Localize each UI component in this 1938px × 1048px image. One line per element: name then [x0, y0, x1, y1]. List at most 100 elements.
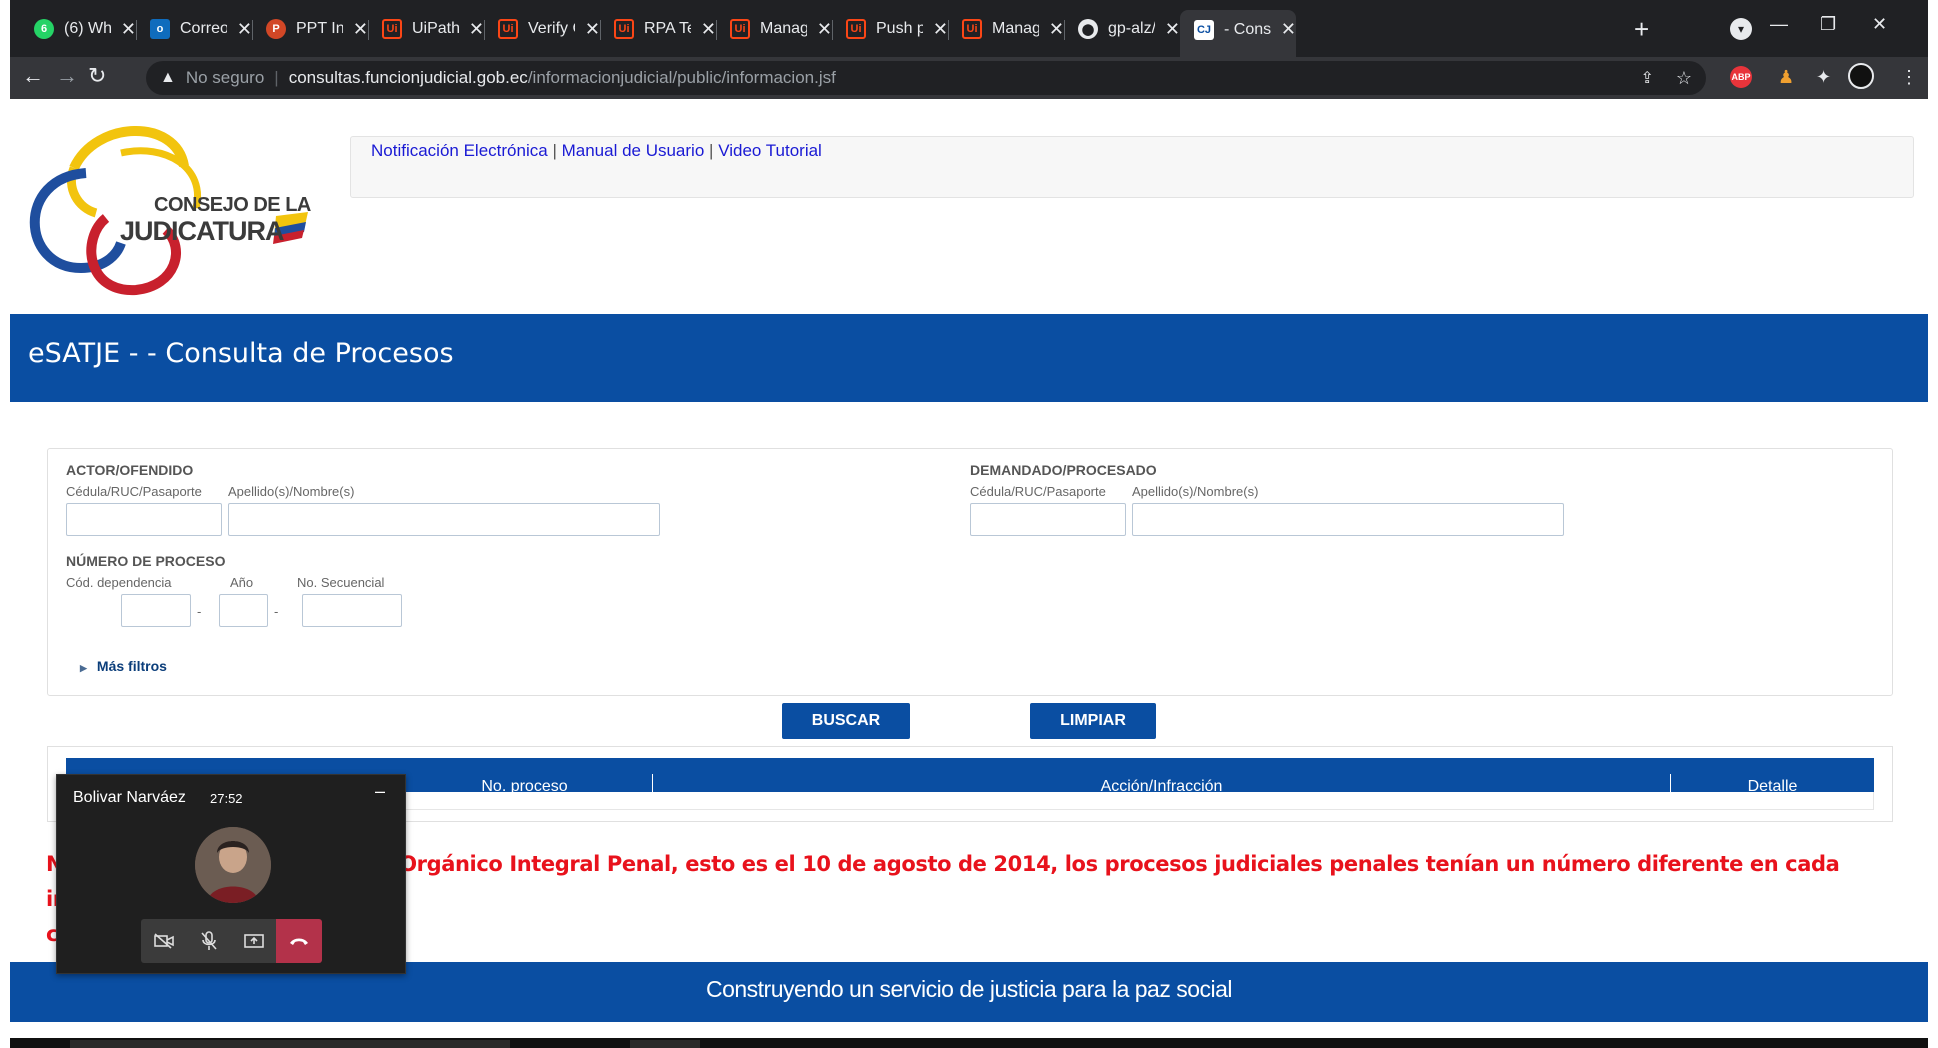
address-bar[interactable]: ▲ No seguro | consultas.funcionjudicial.… [146, 61, 1706, 95]
clear-button[interactable]: LIMPIAR [1030, 703, 1156, 739]
actor-name-label: Apellido(s)/Nombre(s) [228, 484, 355, 499]
page-title: eSATJE - - Consulta de Procesos [28, 338, 454, 369]
tab-title: Push pro... [876, 20, 923, 37]
browser-tab[interactable]: Ui RPA Testi... ✕ [600, 12, 716, 46]
link-separator: | [552, 141, 557, 160]
browser-tab[interactable]: Ui Managing... ✕ [948, 12, 1064, 46]
mic-off-icon[interactable] [186, 919, 231, 963]
tab-close-icon[interactable]: ✕ [585, 19, 600, 40]
minimize-icon[interactable]: – [375, 781, 385, 802]
tab-title: Verify Co... [528, 20, 575, 37]
tab-close-icon[interactable]: ✕ [1281, 19, 1296, 40]
demandado-id-label: Cédula/RUC/Pasaporte [970, 484, 1106, 499]
demandado-name-input[interactable] [1132, 503, 1564, 536]
demandado-name-label: Apellido(s)/Nombre(s) [1132, 484, 1259, 499]
tab-close-icon[interactable]: ✕ [121, 19, 136, 40]
secuencial-label: No. Secuencial [297, 575, 385, 590]
year-input[interactable] [219, 594, 268, 627]
secuencial-input[interactable] [302, 594, 402, 627]
tab-close-icon[interactable]: ✕ [469, 19, 484, 40]
tab-title: Correo: P... [180, 20, 227, 37]
security-label[interactable]: No seguro [186, 68, 264, 88]
adblock-icon[interactable]: ABP [1730, 66, 1752, 88]
close-window-icon[interactable]: ✕ [1872, 14, 1887, 35]
browser-tab[interactable]: Ui UiPath Ac... ✕ [368, 12, 484, 46]
tab-close-icon[interactable]: ✕ [237, 19, 252, 40]
consejo-judicatura-logo: CONSEJO DE LA JUDICATURA [26, 118, 316, 298]
profile-avatar[interactable] [1848, 63, 1874, 89]
tab-close-icon[interactable]: ✕ [933, 19, 948, 40]
uipath-icon: Ui [846, 19, 866, 39]
video-off-icon[interactable] [141, 919, 186, 963]
reload-icon[interactable]: ↻ [88, 63, 106, 89]
tab-search-icon[interactable]: ▾ [1730, 18, 1752, 40]
more-filters-toggle[interactable]: ▶ Más filtros [80, 658, 167, 674]
call-duration: 27:52 [210, 791, 243, 806]
extension-person-icon[interactable]: ♟ [1778, 67, 1794, 88]
year-label: Año [230, 575, 254, 590]
caller-name: Bolivar Narváez [73, 789, 186, 806]
browser-tab[interactable]: ⬤ gp-alz/Bo... ✕ [1064, 12, 1180, 46]
browser-tab[interactable]: Ui Push pro... ✕ [832, 12, 948, 46]
browser-tab[interactable]: 6 (6) WhatsApp ✕ [20, 12, 136, 46]
screen: 6 (6) WhatsApp ✕ o Correo: P... ✕ P PPT Induc..… [0, 0, 1938, 1048]
browser-tab[interactable]: Ui Verify Co... ✕ [484, 12, 600, 46]
video-call-window[interactable]: Bolivar Narváez 27:52 – [56, 774, 406, 974]
browser-menu-icon[interactable]: ⋮ [1900, 67, 1918, 88]
hang-up-icon[interactable] [276, 919, 322, 963]
call-controls [141, 919, 322, 963]
new-tab-icon[interactable]: + [1634, 14, 1649, 45]
tab-title: Managing... [760, 20, 807, 37]
avatar-photo-icon [195, 827, 271, 903]
tab-close-icon[interactable]: ✕ [817, 19, 832, 40]
warning-icon[interactable]: ▲ [160, 69, 176, 87]
link-manual-usuario[interactable]: Manual de Usuario [562, 141, 705, 160]
uipath-icon: Ui [498, 19, 518, 39]
proceso-section-title: NÚMERO DE PROCESO [66, 553, 226, 569]
actor-name-input[interactable] [228, 503, 660, 536]
tab-close-icon[interactable]: ✕ [701, 19, 716, 40]
more-filters-label: Más filtros [96, 658, 167, 674]
minimize-window-icon[interactable]: — [1770, 14, 1788, 35]
browser-tab[interactable]: CJ - Consulta... ✕ [1180, 10, 1296, 57]
outlook-icon: o [150, 19, 170, 39]
tab-title: gp-alz/Bo... [1108, 20, 1155, 37]
browser-tab[interactable]: Ui Managing... ✕ [716, 12, 832, 46]
caller-avatar [195, 827, 271, 903]
dependencia-label: Cód. dependencia [66, 575, 172, 590]
link-separator: | [709, 141, 714, 160]
tab-close-icon[interactable]: ✕ [353, 19, 368, 40]
uipath-icon: Ui [614, 19, 634, 39]
demandado-section-title: DEMANDADO/PROCESADO [970, 462, 1157, 478]
demandado-id-input[interactable] [970, 503, 1126, 536]
taskbar-item[interactable] [70, 1040, 510, 1048]
tab-title: (6) WhatsApp [64, 20, 111, 37]
search-button[interactable]: BUSCAR [782, 703, 910, 739]
tab-title: RPA Testi... [644, 20, 691, 37]
extensions-puzzle-icon[interactable]: ✦ [1816, 67, 1831, 88]
footer-slogan: Construyendo un servicio de justicia par… [705, 976, 1233, 1002]
actor-id-input[interactable] [66, 503, 222, 536]
share-icon[interactable]: ⇪ [1640, 68, 1653, 88]
browser-tab[interactable]: P PPT Induc... ✕ [252, 12, 368, 46]
powerpoint-icon: P [266, 19, 286, 39]
back-icon[interactable]: ← [22, 63, 44, 89]
share-screen-icon[interactable] [231, 919, 276, 963]
browser-tab[interactable]: o Correo: P... ✕ [136, 12, 252, 46]
restore-window-icon[interactable]: ❐ [1820, 14, 1836, 35]
uipath-icon: Ui [382, 19, 402, 39]
bookmark-star-icon[interactable]: ☆ [1676, 68, 1692, 89]
help-links-bar: Notificación Electrónica | Manual de Usu… [350, 136, 1914, 198]
forward-icon[interactable]: → [56, 63, 78, 89]
taskbar-item[interactable] [630, 1040, 700, 1048]
tab-close-icon[interactable]: ✕ [1049, 19, 1064, 40]
logo-text-line2: JUDICATURA [120, 216, 284, 246]
link-video-tutorial[interactable]: Video Tutorial [718, 141, 822, 160]
tab-close-icon[interactable]: ✕ [1165, 19, 1180, 40]
tab-title: UiPath Ac... [412, 20, 459, 37]
link-notificacion-electronica[interactable]: Notificación Electrónica [371, 141, 548, 160]
browser-tab-strip: 6 (6) WhatsApp ✕ o Correo: P... ✕ P PPT Induc..… [10, 0, 1928, 57]
actor-section-title: ACTOR/OFENDIDO [66, 462, 194, 478]
whatsapp-icon: 6 [34, 19, 54, 39]
dependencia-input[interactable] [121, 594, 191, 627]
